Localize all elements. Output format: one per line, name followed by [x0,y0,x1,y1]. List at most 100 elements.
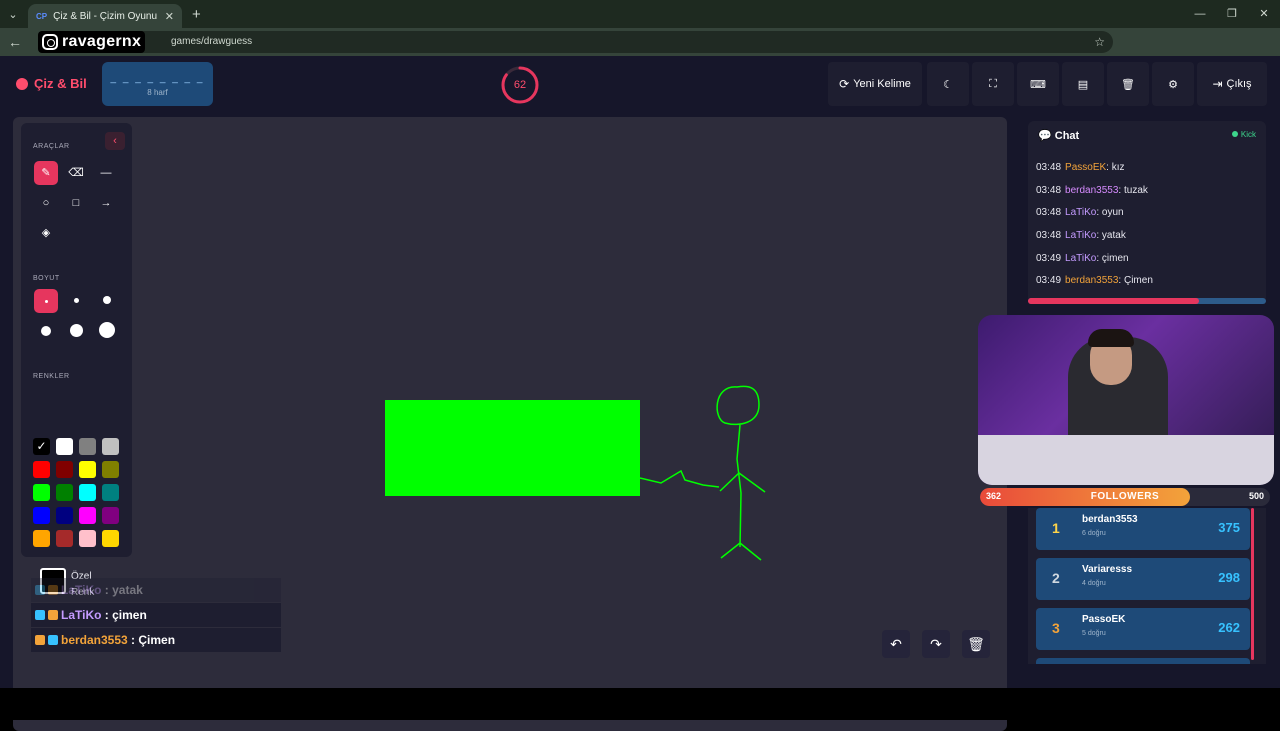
back-button[interactable]: ← [0,34,30,50]
followers-label: FOLLOWERS [1090,491,1160,502]
color-swatch[interactable] [56,438,73,455]
size-option-5[interactable] [70,324,83,337]
color-swatch[interactable] [102,484,119,501]
address-bar-row: ← games/drawguess ☆ ◆ ◈ ⧉ ≡ E ⋮ [0,28,1280,77]
logout-button[interactable]: ⇥ Çıkış [1197,62,1267,106]
word-mask: _ _ _ _ _ _ _ _ [110,73,205,84]
color-swatch[interactable] [56,461,73,478]
badge-icon [35,635,45,645]
color-swatch[interactable] [102,438,119,455]
color-swatch[interactable] [79,530,96,547]
guess-feed: LaTiKo : yatak LaTiKo : çimen berdan3553… [31,578,281,653]
chat-time: 03:49 [1036,252,1062,264]
color-swatch[interactable] [102,461,119,478]
colors-heading: RENKLER [33,373,70,380]
size-option-2[interactable] [74,298,79,303]
color-swatch[interactable] [56,507,73,524]
size-option-6[interactable] [99,322,115,338]
color-swatch[interactable] [102,507,119,524]
minimize-icon[interactable]: — [1184,0,1216,28]
badge-icon [48,635,58,645]
color-swatch[interactable] [102,530,119,547]
logout-icon: ⇥ [1212,77,1223,91]
color-swatch[interactable] [56,484,73,501]
keyboard-button[interactable]: ⌨ [1017,62,1059,106]
chat-message: 03:49 berdan3553: Çimen [1036,275,1153,287]
leaderboard-score: 298 [1218,570,1240,585]
followers-goal-value: 500 [1248,491,1264,501]
chat-text: tuzak [1123,184,1148,196]
chat-text: oyun [1101,207,1124,219]
close-tab-icon[interactable]: ✕ [165,10,174,23]
logo-text: Çiz & Bil [34,76,87,91]
size-dot-1 [45,300,48,303]
color-swatch[interactable] [33,461,50,478]
leaderboard-rank: 2 [1052,570,1060,586]
chat-text: Çimen [1123,275,1153,287]
clear-canvas-button[interactable]: 🗑 [962,630,990,658]
circle-icon: ○ [42,197,50,209]
color-swatch[interactable] [56,530,73,547]
leaderboard-name: berdan3553 [1082,514,1138,525]
bookmark-star-icon[interactable]: ☆ [1094,31,1105,53]
eraser-tool[interactable]: ⌫ [64,161,88,185]
url-field[interactable]: games/drawguess ☆ [38,31,1113,53]
leaderboard-rank: 1 [1052,520,1060,536]
color-swatch[interactable] [79,438,96,455]
watermark-text: ravagernx [62,33,142,50]
color-swatch[interactable]: ✓ [33,438,50,455]
fill-tool[interactable]: ◈ [34,221,58,245]
gear-icon: ⚙ [1168,78,1178,91]
collapse-tools-button[interactable]: ‹ [105,132,125,150]
delete-button[interactable]: 🗑 [1107,62,1149,106]
chat-time: 03:48 [1036,184,1062,196]
new-tab-button[interactable]: + [192,6,201,23]
arrow-tool[interactable]: → [94,191,118,215]
chat-time: 03:48 [1036,162,1062,173]
tab-list-button[interactable]: ⌄ [0,0,26,28]
color-swatch[interactable] [33,484,50,501]
browser-tab[interactable]: CP Çiz & Bil - Çizim Oyunu ✕ [28,4,182,28]
undo-button[interactable]: ↶ [882,630,910,658]
line-icon: — [100,167,112,179]
restore-icon[interactable]: ❐ [1216,0,1248,28]
archive-button[interactable]: ▤ [1062,62,1104,106]
drawn-rectangle [385,400,640,496]
size-option-3[interactable] [103,296,111,304]
fullscreen-button[interactable]: ⛶ [972,62,1014,106]
redo-button[interactable]: ↷ [922,630,950,658]
line-tool[interactable]: — [94,161,118,185]
dark-mode-button[interactable]: ☾ [927,62,969,106]
close-window-icon[interactable]: ✕ [1248,0,1280,28]
size-option-4[interactable] [41,326,51,336]
webcam-overlay [978,315,1274,485]
guess-user: berdan3553 [61,633,128,647]
archive-icon: ▤ [1077,78,1089,91]
color-swatch[interactable] [79,507,96,524]
chat-title: Chat [1054,130,1080,142]
new-word-label: Yeni Kelime [853,78,911,90]
settings-button[interactable]: ⚙ [1152,62,1194,106]
pencil-tool[interactable]: ✎ [34,161,58,185]
crown-icon [48,585,58,595]
leaderboard-row [1036,658,1250,664]
leaderboard-name: Variaresss [1082,564,1133,575]
browser-tabbar: ⌄ CP Çiz & Bil - Çizim Oyunu ✕ + — ❐ ✕ [0,0,1280,28]
chat-text: çimen [1101,252,1129,264]
window-controls: — ❐ ✕ [1184,0,1280,28]
color-swatch[interactable] [33,530,50,547]
chat-message: 03:48 LaTiKo: yatak [1036,230,1126,242]
rectangle-tool[interactable]: □ [64,191,88,215]
color-swatch[interactable] [79,461,96,478]
circle-tool[interactable]: ○ [34,191,58,215]
size-heading: BOYUT [33,275,60,282]
desk [978,435,1274,485]
leaderboard-scrollbar[interactable] [1251,508,1254,660]
app: Çiz & Bil _ _ _ _ _ _ _ _ 8 harf 62 ⟳ Ye… [0,56,1280,731]
new-word-button[interactable]: ⟳ Yeni Kelime [828,62,922,106]
color-swatch[interactable] [79,484,96,501]
color-swatch[interactable] [33,507,50,524]
chat-progress [1028,298,1266,304]
chat-user: LaTiKo [1065,207,1097,219]
fullscreen-icon: ⛶ [989,77,997,90]
